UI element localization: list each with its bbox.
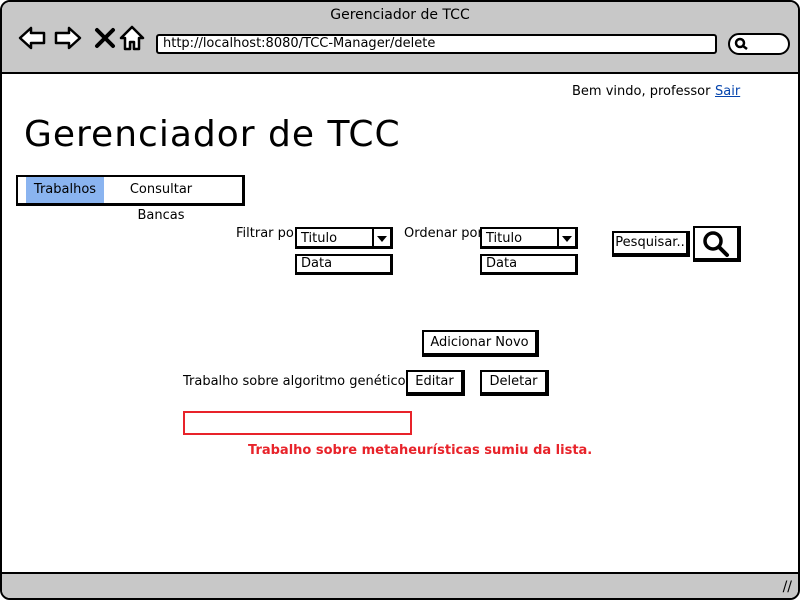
filter-option-data[interactable]: Data [295,254,393,275]
filter-selected-value: Titulo [301,231,338,246]
order-select[interactable]: Titulo [480,227,578,249]
chevron-down-icon [372,229,390,246]
item-title: Trabalho sobre algoritmo genético [183,374,406,389]
home-icon[interactable] [118,24,146,52]
browser-window: Gerenciador de TCC http://localhost:8080… [0,0,800,600]
edit-button[interactable]: Editar [406,370,465,396]
tab-trabalhos[interactable]: Trabalhos [26,177,104,203]
close-icon[interactable] [92,24,120,52]
welcome-text: Bem vindo, professor [572,84,711,99]
resize-grip-icon[interactable]: // [783,579,792,595]
filter-label: Filtrar por [236,226,300,241]
missing-item-highlight [183,411,412,435]
search-icon [734,37,748,50]
address-bar[interactable]: http://localhost:8080/TCC-Manager/delete [156,34,717,54]
search-icon [703,231,729,257]
search-button[interactable] [693,226,741,262]
page-title: Gerenciador de TCC [24,114,401,155]
status-bar: // [2,572,798,598]
add-new-button[interactable]: Adicionar Novo [422,330,539,357]
chevron-down-icon [557,229,575,246]
annotation-note: Trabalho sobre metaheurísticas sumiu da … [248,443,593,458]
order-selected-value: Titulo [486,231,523,246]
order-option-data[interactable]: Data [480,254,578,275]
back-arrow-icon[interactable] [18,24,46,52]
logout-link[interactable]: Sair [715,84,740,99]
order-label: Ordenar por [404,226,483,241]
window-title: Gerenciador de TCC [330,7,470,23]
tab-bar: Trabalhos Consultar Bancas [16,175,245,223]
browser-search-field[interactable] [728,33,790,55]
tab-consultar-bancas[interactable]: Consultar Bancas [106,177,216,223]
forward-arrow-icon[interactable] [54,24,82,52]
browser-toolbar: Gerenciador de TCC http://localhost:8080… [2,2,798,74]
filter-select[interactable]: Titulo [295,227,393,249]
search-input-button[interactable]: Pesquisar.. [612,231,690,257]
delete-button[interactable]: Deletar [480,370,549,396]
